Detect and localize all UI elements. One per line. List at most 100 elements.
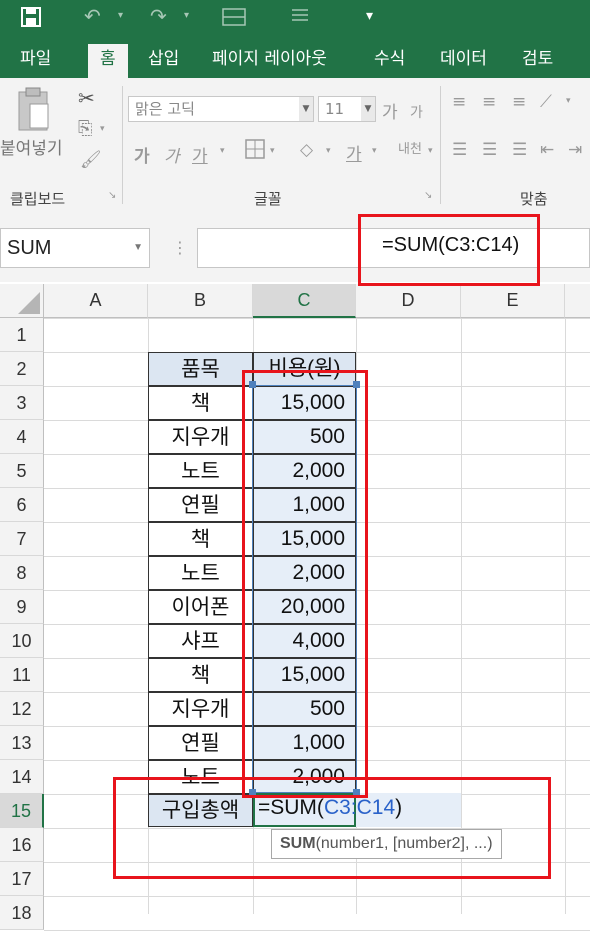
tab-page-layout[interactable]: 페이지 레이아웃 bbox=[200, 44, 339, 78]
align-middle-icon[interactable]: ≡ bbox=[482, 92, 496, 112]
redo-icon[interactable]: ↷ bbox=[150, 4, 167, 28]
tab-review[interactable]: 검토 bbox=[510, 44, 565, 78]
item-cell[interactable]: 지우개 bbox=[148, 420, 253, 454]
ribbon-tabs: 파일 홈 삽입 페이지 레이아웃 수식 데이터 검토 bbox=[0, 38, 590, 78]
row-header-12[interactable]: 12 bbox=[0, 692, 44, 726]
undo-dropdown-icon[interactable]: ▾ bbox=[118, 10, 123, 21]
orientation-dropdown-icon[interactable]: ▾ bbox=[566, 96, 571, 106]
row-header-9[interactable]: 9 bbox=[0, 590, 44, 624]
font-name-value: 맑은 고딕 bbox=[135, 100, 195, 118]
row-header-16[interactable]: 16 bbox=[0, 828, 44, 862]
column-header-c[interactable]: C bbox=[253, 284, 356, 318]
select-all-button[interactable] bbox=[0, 284, 44, 318]
item-cell[interactable]: 연필 bbox=[148, 726, 253, 760]
row-header-6[interactable]: 6 bbox=[0, 488, 44, 522]
list-icon[interactable] bbox=[290, 6, 310, 31]
redo-dropdown-icon[interactable]: ▾ bbox=[184, 10, 189, 21]
increase-indent-icon[interactable]: ⇥ bbox=[568, 140, 582, 160]
row-header-5[interactable]: 5 bbox=[0, 454, 44, 488]
tab-file[interactable]: 파일 bbox=[8, 44, 63, 78]
align-center-icon[interactable]: ☰ bbox=[482, 140, 497, 160]
cut-icon[interactable]: ✂ bbox=[78, 86, 95, 110]
item-cell[interactable]: 노트 bbox=[148, 556, 253, 590]
underline-dropdown-icon[interactable]: ▾ bbox=[220, 146, 225, 156]
item-cell[interactable]: 이어폰 bbox=[148, 590, 253, 624]
row-header-4[interactable]: 4 bbox=[0, 420, 44, 454]
chevron-down-icon[interactable]: ▼ bbox=[361, 97, 375, 121]
underline-icon[interactable]: 가 bbox=[192, 142, 208, 167]
row-header-2[interactable]: 2 bbox=[0, 352, 44, 386]
borders-dropdown-icon[interactable]: ▾ bbox=[270, 146, 275, 156]
borders-icon[interactable] bbox=[244, 138, 266, 165]
chevron-down-icon[interactable]: ▼ bbox=[299, 97, 313, 121]
align-right-icon[interactable]: ☰ bbox=[512, 140, 527, 160]
item-cell[interactable]: 노트 bbox=[148, 454, 253, 488]
item-cell[interactable]: 샤프 bbox=[148, 624, 253, 658]
row-header-1[interactable]: 1 bbox=[0, 318, 44, 352]
grow-font-icon[interactable]: 가 bbox=[382, 98, 398, 123]
highlight-box-formula bbox=[358, 214, 540, 286]
phonetic-dropdown-icon[interactable]: ▾ bbox=[428, 146, 433, 156]
column-header-f[interactable] bbox=[565, 284, 590, 318]
row-header-7[interactable]: 7 bbox=[0, 522, 44, 556]
tab-formulas[interactable]: 수식 bbox=[362, 44, 417, 78]
font-name-combo[interactable]: 맑은 고딕 ▼ bbox=[128, 96, 314, 122]
row-header-10[interactable]: 10 bbox=[0, 624, 44, 658]
font-group-label: 글꼴 bbox=[254, 190, 282, 208]
ribbon-separator bbox=[440, 86, 441, 204]
column-header-d[interactable]: D bbox=[356, 284, 461, 318]
fill-color-dropdown-icon[interactable]: ▾ bbox=[326, 146, 331, 156]
row-header-15[interactable]: 15 bbox=[0, 794, 44, 828]
customize-quick-access-icon[interactable]: ▾ bbox=[366, 8, 373, 24]
align-left-icon[interactable]: ☰ bbox=[452, 140, 467, 160]
row-header-11[interactable]: 11 bbox=[0, 658, 44, 692]
font-color-dropdown-icon[interactable]: ▾ bbox=[372, 146, 377, 156]
clipboard-launcher-icon[interactable]: ↘ bbox=[108, 190, 116, 201]
item-cell[interactable]: 책 bbox=[148, 658, 253, 692]
italic-icon[interactable]: 가 bbox=[164, 142, 180, 167]
align-bottom-icon[interactable]: ≡ bbox=[512, 92, 526, 112]
row-header-13[interactable]: 13 bbox=[0, 726, 44, 760]
font-size-combo[interactable]: 11 ▼ bbox=[318, 96, 376, 122]
highlight-box-range bbox=[242, 370, 368, 798]
fill-color-icon[interactable]: ◇ bbox=[300, 140, 313, 160]
font-launcher-icon[interactable]: ↘ bbox=[424, 190, 432, 201]
item-cell[interactable]: 책 bbox=[148, 522, 253, 556]
align-top-icon[interactable]: ≡ bbox=[452, 92, 466, 112]
item-cell[interactable]: 책 bbox=[148, 386, 253, 420]
undo-icon[interactable]: ↶ bbox=[84, 4, 101, 28]
vertical-dots-icon[interactable]: ⋮ bbox=[172, 238, 188, 257]
decrease-indent-icon[interactable]: ⇤ bbox=[540, 140, 554, 160]
table-header-item[interactable]: 품목 bbox=[148, 352, 253, 386]
bold-icon[interactable]: 가 bbox=[134, 142, 150, 167]
save-icon[interactable] bbox=[20, 6, 42, 33]
row-header-14[interactable]: 14 bbox=[0, 760, 44, 794]
paste-button-label[interactable]: 붙여넣기 bbox=[0, 134, 63, 159]
font-color-icon[interactable]: 가 bbox=[346, 140, 362, 165]
phonetic-icon[interactable]: 내천 bbox=[398, 138, 422, 157]
form-icon[interactable] bbox=[222, 6, 246, 33]
paste-icon[interactable] bbox=[16, 86, 50, 136]
name-box[interactable]: SUM ▼ bbox=[0, 228, 150, 268]
row-header-8[interactable]: 8 bbox=[0, 556, 44, 590]
tab-home[interactable]: 홈 bbox=[88, 44, 128, 78]
column-header-a[interactable]: A bbox=[44, 284, 148, 318]
row-header-17[interactable]: 17 bbox=[0, 862, 44, 896]
ribbon-separator bbox=[122, 86, 123, 204]
copy-dropdown-icon[interactable]: ▾ bbox=[100, 124, 105, 134]
column-header-b[interactable]: B bbox=[148, 284, 253, 318]
tab-insert[interactable]: 삽입 bbox=[136, 44, 191, 78]
item-cell[interactable]: 지우개 bbox=[148, 692, 253, 726]
orientation-icon[interactable]: ⟋ bbox=[540, 92, 552, 112]
format-painter-icon[interactable]: 🖌 bbox=[80, 150, 102, 170]
row-header-18[interactable]: 18 bbox=[0, 896, 44, 930]
row-header-3[interactable]: 3 bbox=[0, 386, 44, 420]
clipboard-group-label: 클립보드 bbox=[10, 190, 66, 208]
tab-data[interactable]: 데이터 bbox=[428, 44, 499, 78]
item-cell[interactable]: 연필 bbox=[148, 488, 253, 522]
shrink-font-icon[interactable]: 가 bbox=[410, 102, 423, 122]
chevron-down-icon[interactable]: ▼ bbox=[133, 229, 143, 267]
copy-icon[interactable]: ⎘ bbox=[78, 118, 92, 139]
grid-row-line bbox=[44, 318, 590, 319]
column-header-e[interactable]: E bbox=[461, 284, 565, 318]
